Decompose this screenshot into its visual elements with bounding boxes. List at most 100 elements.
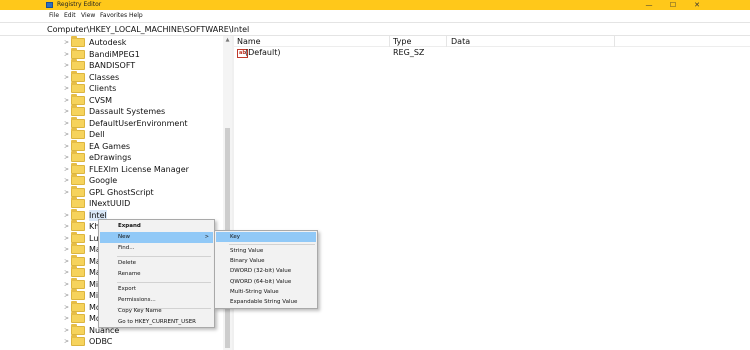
- chevron-right-icon[interactable]: >: [64, 337, 69, 346]
- scroll-up-arrow-icon[interactable]: ▲: [224, 37, 231, 44]
- menu-separator: [117, 282, 211, 283]
- menu-separator: [229, 244, 315, 245]
- folder-icon: [71, 197, 85, 208]
- column-divider[interactable]: [446, 36, 447, 47]
- menu-item-go-to-hkcu[interactable]: Go to HKEY_CURRENT_USER: [100, 317, 213, 328]
- column-header-data[interactable]: Data: [451, 37, 470, 47]
- tree-item-label: CVSM: [89, 95, 113, 105]
- chevron-right-icon[interactable]: >: [64, 280, 69, 289]
- value-name: (Default): [245, 48, 281, 57]
- chevron-right-icon[interactable]: >: [64, 234, 69, 243]
- menu-item-label: New: [118, 234, 130, 240]
- folder-icon: [71, 289, 85, 300]
- tree-item-label: Classes: [89, 72, 120, 82]
- chevron-right-icon[interactable]: >: [64, 257, 69, 266]
- submenu-item-qword-value[interactable]: QWORD (64-bit) Value: [216, 277, 316, 287]
- column-header-name[interactable]: Name: [237, 37, 261, 47]
- column-divider[interactable]: [614, 36, 615, 47]
- menu-item-export[interactable]: Export: [100, 284, 213, 295]
- menu-favorites[interactable]: Favorites: [100, 12, 127, 20]
- menu-edit[interactable]: Edit: [64, 12, 76, 20]
- tree-item-label: Google: [89, 176, 118, 185]
- chevron-right-icon[interactable]: >: [64, 326, 69, 335]
- folder-icon: [71, 59, 85, 70]
- chevron-right-icon[interactable]: >: [64, 38, 69, 47]
- folder-icon: [71, 208, 85, 220]
- folder-icon: [71, 335, 85, 346]
- menu-item-find[interactable]: Find...: [100, 243, 213, 254]
- folder-icon: [71, 254, 85, 266]
- column-header-type[interactable]: Type: [393, 37, 411, 47]
- submenu-item-string-value[interactable]: String Value: [216, 246, 316, 256]
- folder-icon: [71, 174, 85, 185]
- chevron-right-icon[interactable]: >: [64, 176, 69, 185]
- folder-icon: [71, 162, 85, 174]
- tree-item-label: ODBC: [89, 337, 113, 346]
- folder-icon: [71, 93, 85, 105]
- menu-help[interactable]: Help: [129, 12, 143, 20]
- submenu-item-key[interactable]: Key: [216, 232, 316, 242]
- window-title: Registry Editor: [57, 1, 102, 8]
- folder-icon: [71, 151, 85, 162]
- menu-file[interactable]: File: [49, 12, 59, 20]
- menu-item-rename[interactable]: Rename: [100, 269, 213, 280]
- minimize-button[interactable]: —: [636, 0, 662, 10]
- column-divider[interactable]: [389, 36, 390, 47]
- folder-icon: [71, 277, 85, 289]
- menu-item-copy-key-name[interactable]: Copy Key Name: [100, 306, 213, 317]
- folder-icon: [71, 70, 85, 82]
- submenu-item-dword-value[interactable]: DWORD (32-bit) Value: [216, 266, 316, 276]
- menu-item-expand[interactable]: Expand: [100, 221, 213, 232]
- chevron-right-icon[interactable]: >: [64, 84, 69, 93]
- folder-icon: [71, 105, 85, 116]
- menu-item-delete[interactable]: Delete: [100, 258, 213, 269]
- chevron-right-icon[interactable]: >: [64, 268, 69, 277]
- maximize-button[interactable]: ☐: [660, 0, 686, 10]
- chevron-right-icon[interactable]: >: [64, 130, 69, 139]
- new-submenu: Key String Value Binary Value DWORD (32-…: [214, 230, 318, 309]
- tree-item-label: Dassault Systemes: [89, 107, 166, 116]
- chevron-right-icon[interactable]: >: [64, 165, 69, 174]
- tree-item-label: EA Games: [89, 141, 131, 151]
- chevron-right-icon[interactable]: >: [64, 188, 69, 197]
- chevron-right-icon[interactable]: >: [64, 107, 69, 116]
- chevron-right-icon[interactable]: >: [64, 50, 69, 59]
- chevron-right-icon[interactable]: >: [64, 291, 69, 300]
- folder-icon: [71, 185, 85, 197]
- folder-icon: [71, 116, 85, 128]
- submenu-item-binary-value[interactable]: Binary Value: [216, 256, 316, 266]
- chevron-right-icon[interactable]: >: [64, 245, 69, 254]
- close-button[interactable]: ✕: [684, 0, 710, 10]
- chevron-right-icon[interactable]: >: [64, 73, 69, 82]
- chevron-right-icon[interactable]: >: [64, 96, 69, 105]
- submenu-item-multi-string-value[interactable]: Multi-String Value: [216, 287, 316, 297]
- chevron-right-icon[interactable]: >: [64, 303, 69, 312]
- chevron-right-icon[interactable]: >: [64, 142, 69, 151]
- tree-item-label: eDrawings: [89, 153, 132, 162]
- registry-editor-icon: [46, 2, 53, 8]
- folder-icon: [71, 266, 85, 277]
- submenu-arrow-icon: >: [204, 234, 209, 240]
- chevron-right-icon[interactable]: >: [64, 314, 69, 323]
- chevron-right-icon[interactable]: >: [64, 211, 69, 220]
- submenu-item-expandable-string-value[interactable]: Expandable String Value: [216, 297, 316, 307]
- menu-item-permissions[interactable]: Permissions...: [100, 295, 213, 306]
- address-path[interactable]: Computer\HKEY_LOCAL_MACHINE\SOFTWARE\Int…: [47, 25, 249, 35]
- tree-item-label: INextUUID: [89, 199, 131, 208]
- table-row[interactable]: ab (Default) REG_SZ: [234, 47, 750, 59]
- folder-icon: [71, 128, 85, 139]
- menu-view[interactable]: View: [81, 12, 95, 20]
- menu-item-new[interactable]: New >: [100, 232, 213, 243]
- context-menu: Expand New > Find... Delete Rename Export…: [98, 219, 215, 328]
- chevron-right-icon[interactable]: >: [64, 153, 69, 162]
- folder-icon: [71, 82, 85, 93]
- address-bar[interactable]: Computer\HKEY_LOCAL_MACHINE\SOFTWARE\Int…: [0, 22, 750, 36]
- chevron-right-icon[interactable]: >: [64, 61, 69, 70]
- chevron-right-icon[interactable]: >: [64, 222, 69, 231]
- tree-item-label: BandiMPEG1: [89, 49, 140, 59]
- folder-icon: [71, 312, 85, 323]
- tree-item-label: BANDISOFT: [89, 61, 136, 70]
- folder-icon: [71, 139, 85, 151]
- chevron-right-icon[interactable]: >: [64, 119, 69, 128]
- list-header: Name Type Data: [234, 36, 750, 47]
